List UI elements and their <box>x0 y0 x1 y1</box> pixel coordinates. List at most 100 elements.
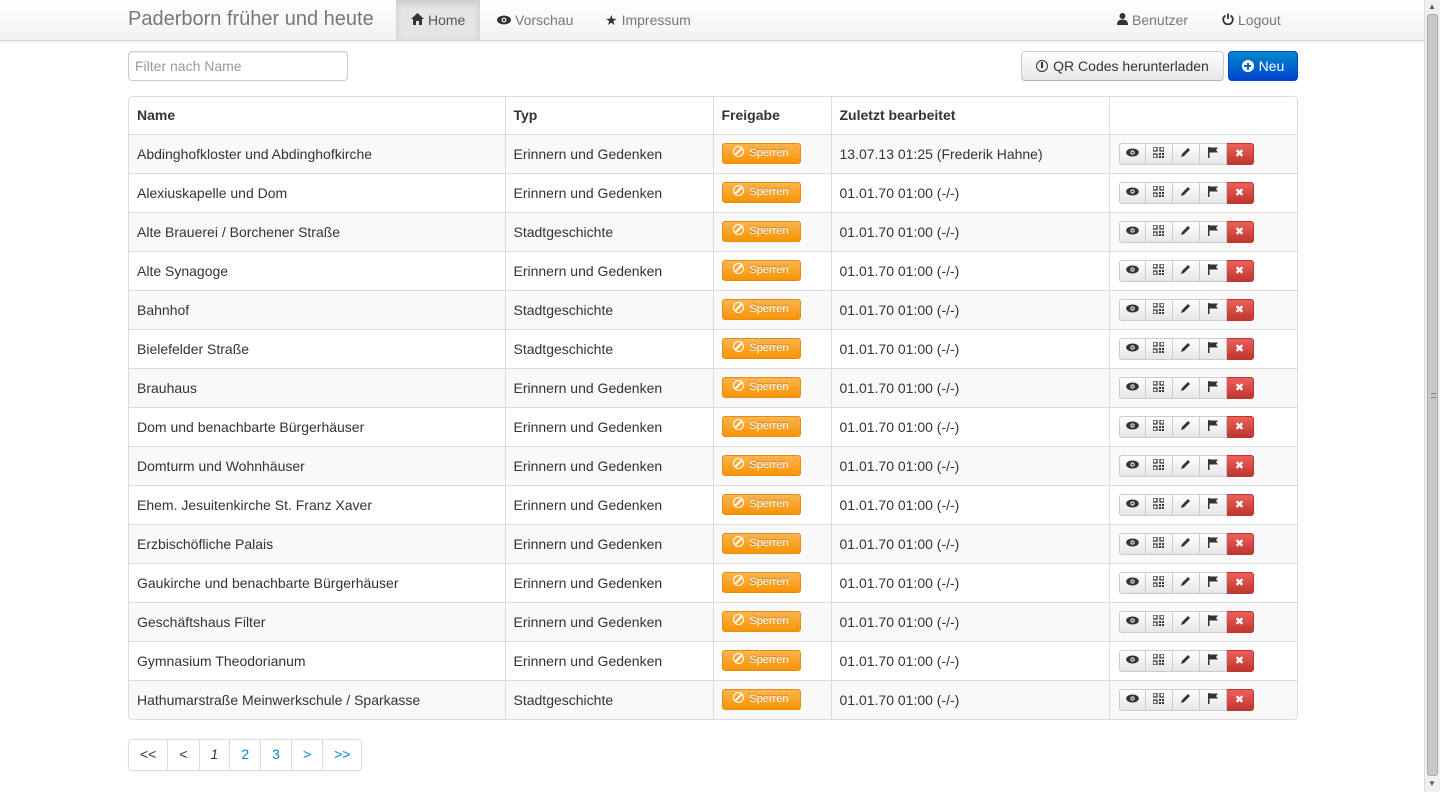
view-button[interactable] <box>1118 142 1146 165</box>
edit-button[interactable] <box>1172 298 1200 321</box>
delete-button[interactable]: ✖ <box>1226 454 1254 477</box>
edit-button[interactable] <box>1172 454 1200 477</box>
filter-input[interactable] <box>128 51 348 81</box>
qr-code-button[interactable] <box>1145 298 1173 321</box>
header-type[interactable]: Typ <box>504 97 713 134</box>
lock-button[interactable]: Sperren <box>721 221 801 242</box>
scroll-up-icon[interactable]: ▲ <box>1428 2 1436 11</box>
flag-button[interactable] <box>1199 259 1227 282</box>
delete-button[interactable]: ✖ <box>1226 610 1254 633</box>
lock-button[interactable]: Sperren <box>721 689 801 711</box>
delete-button[interactable]: ✖ <box>1226 181 1254 204</box>
page-link[interactable]: < <box>167 740 199 770</box>
lock-button[interactable]: Sperren <box>721 572 801 593</box>
edit-button[interactable] <box>1172 142 1200 165</box>
flag-button[interactable] <box>1199 142 1227 165</box>
qr-code-button[interactable] <box>1145 649 1173 672</box>
qr-code-button[interactable] <box>1145 493 1173 516</box>
lock-button[interactable]: Sperren <box>721 416 801 437</box>
delete-button[interactable]: ✖ <box>1226 415 1254 438</box>
flag-button[interactable] <box>1199 571 1227 594</box>
view-button[interactable] <box>1118 493 1146 516</box>
edit-button[interactable] <box>1172 220 1200 243</box>
qr-code-button[interactable] <box>1145 376 1173 399</box>
qr-code-button[interactable] <box>1145 532 1173 555</box>
page-link[interactable]: >> <box>322 740 362 770</box>
flag-button[interactable] <box>1199 337 1227 360</box>
view-button[interactable] <box>1118 415 1146 438</box>
view-button[interactable] <box>1118 532 1146 555</box>
qr-code-button[interactable] <box>1145 454 1173 477</box>
vertical-scrollbar[interactable]: ▲ ▼ <box>1424 0 1440 792</box>
nav-impressum[interactable]: ★ Impressum <box>590 0 706 40</box>
lock-button[interactable]: Sperren <box>721 143 801 164</box>
scroll-down-icon[interactable]: ▼ <box>1428 779 1436 788</box>
qr-code-button[interactable] <box>1145 571 1173 594</box>
lock-button[interactable]: Sperren <box>721 650 801 671</box>
qr-code-button[interactable] <box>1145 688 1173 711</box>
view-button[interactable] <box>1118 688 1146 711</box>
flag-button[interactable] <box>1199 415 1227 438</box>
delete-button[interactable]: ✖ <box>1226 142 1254 165</box>
view-button[interactable] <box>1118 454 1146 477</box>
header-last-edited[interactable]: Zuletzt bearbeitet <box>830 97 1109 134</box>
delete-button[interactable]: ✖ <box>1226 298 1254 321</box>
nav-vorschau[interactable]: Vorschau <box>482 0 588 40</box>
delete-button[interactable]: ✖ <box>1226 259 1254 282</box>
page-link[interactable]: 3 <box>260 740 291 770</box>
lock-button[interactable]: Sperren <box>721 338 801 359</box>
flag-button[interactable] <box>1199 688 1227 711</box>
lock-button[interactable]: Sperren <box>721 494 801 515</box>
nav-logout[interactable]: Logout <box>1207 0 1296 40</box>
view-button[interactable] <box>1118 571 1146 594</box>
delete-button[interactable]: ✖ <box>1226 649 1254 672</box>
lock-button[interactable]: Sperren <box>721 377 801 398</box>
qr-code-button[interactable] <box>1145 259 1173 282</box>
flag-button[interactable] <box>1199 220 1227 243</box>
qr-code-button[interactable] <box>1145 610 1173 633</box>
flag-button[interactable] <box>1199 454 1227 477</box>
qr-code-button[interactable] <box>1145 181 1173 204</box>
nav-benutzer[interactable]: Benutzer <box>1102 0 1203 40</box>
delete-button[interactable]: ✖ <box>1226 220 1254 243</box>
lock-button[interactable]: Sperren <box>721 455 801 476</box>
new-button[interactable]: Neu <box>1228 51 1298 81</box>
lock-button[interactable]: Sperren <box>721 611 801 632</box>
lock-button[interactable]: Sperren <box>721 260 801 281</box>
delete-button[interactable]: ✖ <box>1226 532 1254 555</box>
edit-button[interactable] <box>1172 337 1200 360</box>
view-button[interactable] <box>1118 220 1146 243</box>
view-button[interactable] <box>1118 337 1146 360</box>
page-link[interactable]: > <box>290 740 323 770</box>
delete-button[interactable]: ✖ <box>1226 688 1254 711</box>
edit-button[interactable] <box>1172 493 1200 516</box>
delete-button[interactable]: ✖ <box>1226 493 1254 516</box>
qr-code-button[interactable] <box>1145 220 1173 243</box>
flag-button[interactable] <box>1199 493 1227 516</box>
view-button[interactable] <box>1118 610 1146 633</box>
qr-code-button[interactable] <box>1145 415 1173 438</box>
view-button[interactable] <box>1118 298 1146 321</box>
view-button[interactable] <box>1118 649 1146 672</box>
edit-button[interactable] <box>1172 259 1200 282</box>
flag-button[interactable] <box>1199 610 1227 633</box>
scroll-thumb[interactable] <box>1427 14 1438 776</box>
qr-download-button[interactable]: QR Codes herunterladen <box>1021 51 1224 81</box>
header-name[interactable]: Name <box>129 97 505 134</box>
edit-button[interactable] <box>1172 532 1200 555</box>
nav-home[interactable]: Home <box>396 0 481 40</box>
edit-button[interactable] <box>1172 571 1200 594</box>
edit-button[interactable] <box>1172 415 1200 438</box>
flag-button[interactable] <box>1199 298 1227 321</box>
page-link[interactable]: 2 <box>229 740 261 770</box>
qr-code-button[interactable] <box>1145 337 1173 360</box>
view-button[interactable] <box>1118 181 1146 204</box>
lock-button[interactable]: Sperren <box>721 182 801 203</box>
lock-button[interactable]: Sperren <box>721 533 801 554</box>
edit-button[interactable] <box>1172 376 1200 399</box>
page-link[interactable]: << <box>129 740 168 770</box>
view-button[interactable] <box>1118 376 1146 399</box>
page-link[interactable]: 1 <box>198 740 230 770</box>
edit-button[interactable] <box>1172 610 1200 633</box>
flag-button[interactable] <box>1199 376 1227 399</box>
